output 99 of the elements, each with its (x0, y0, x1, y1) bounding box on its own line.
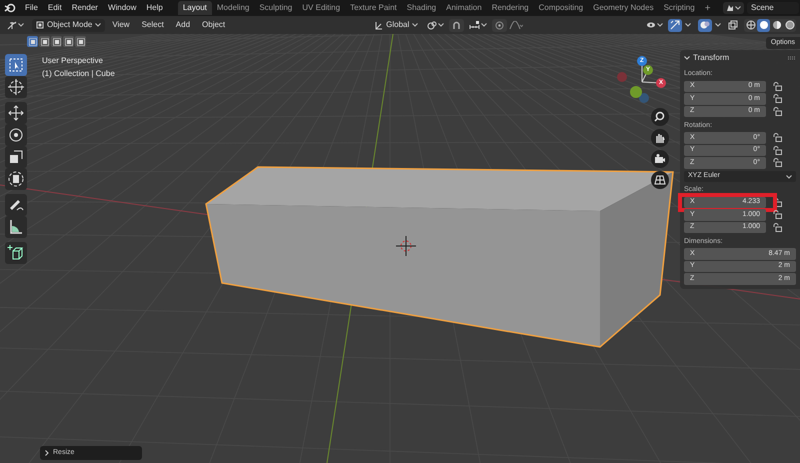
increment-icon (469, 20, 480, 30)
add-cube-icon (7, 244, 25, 262)
axis-gizmo-drawing (617, 56, 666, 103)
origin-cursor-icon (396, 236, 416, 256)
workspace-tab[interactable]: UV Editing (297, 1, 346, 15)
caret-icon (715, 23, 721, 27)
solid-shading-button[interactable] (757, 18, 770, 32)
lock-icon[interactable] (773, 133, 782, 142)
orientation-dropdown[interactable]: Global (370, 18, 422, 32)
hand-icon (654, 132, 666, 144)
proportional-icon (495, 20, 504, 30)
xray-toggle-icon[interactable] (728, 20, 738, 30)
falloff-curve-icon[interactable] (509, 20, 524, 30)
caret-icon (657, 23, 663, 27)
workspace-tab[interactable]: Modeling (212, 1, 254, 15)
snap-toggle[interactable] (449, 18, 464, 32)
camera-button[interactable] (651, 150, 669, 168)
expand-icon (45, 450, 49, 456)
selection-mode-button[interactable] (75, 36, 86, 47)
scene-field[interactable]: Scene (747, 2, 799, 14)
collapse-icon[interactable] (684, 56, 690, 60)
transform-icon (7, 170, 25, 188)
selection-mode-button[interactable] (27, 36, 38, 47)
rotate-icon (7, 126, 25, 144)
workspace-tab[interactable]: Layout (178, 1, 212, 15)
overlays-toggle[interactable] (698, 18, 712, 32)
object-icon (36, 21, 44, 29)
lock-icon[interactable] (773, 210, 782, 220)
caret-icon (786, 174, 792, 178)
menu-item[interactable]: File (20, 2, 43, 14)
menu-item[interactable]: Object (197, 19, 230, 31)
tool-button[interactable] (5, 168, 27, 190)
rendered-shading-button[interactable] (783, 18, 796, 32)
tool-button[interactable] (5, 242, 27, 264)
mode-dropdown[interactable]: Object Mode (32, 18, 106, 32)
app-logo-icon[interactable] (4, 3, 16, 13)
workspace-tab[interactable]: Shading (402, 1, 442, 15)
caret-icon (412, 23, 418, 27)
menu-item[interactable]: Help (141, 2, 168, 14)
lock-icon[interactable] (773, 106, 782, 116)
active-object-label: (1) Collection | Cube (42, 68, 115, 80)
workspace-tab[interactable]: Texture Paint (345, 1, 402, 15)
menu-item[interactable]: Select (136, 19, 169, 31)
hand-button[interactable] (651, 129, 669, 147)
workspace-tab[interactable]: Sculpting (254, 1, 298, 15)
move-icon (7, 104, 25, 122)
workspace-tab[interactable]: Scripting (658, 1, 700, 15)
lock-icon[interactable] (773, 158, 782, 168)
caret-icon (95, 23, 102, 27)
zoom-button[interactable] (651, 108, 669, 126)
workspace-tab[interactable]: Geometry Nodes (588, 1, 659, 15)
tool-button[interactable] (5, 54, 27, 76)
tool-button[interactable] (5, 194, 27, 216)
grid-icon (654, 174, 666, 186)
zoom-icon (654, 111, 666, 123)
workspace-tab[interactable]: Rendering (486, 1, 534, 15)
material-shading-button[interactable] (770, 18, 783, 32)
lock-icon[interactable] (773, 222, 782, 232)
menu-item[interactable]: Add (170, 19, 196, 31)
workspace-tab[interactable]: Compositing (534, 1, 588, 15)
proportional-edit-toggle[interactable] (492, 18, 508, 32)
arrows-icon (670, 20, 680, 30)
menu-item[interactable]: Render (66, 2, 103, 14)
add-workspace-button[interactable]: + (700, 0, 716, 16)
tool-button[interactable] (5, 216, 27, 238)
lock-icon[interactable] (773, 94, 782, 104)
menu-item[interactable]: Edit (42, 2, 67, 14)
camera-icon (654, 153, 666, 165)
wireframe-shading-button[interactable] (744, 18, 757, 32)
workspace-tab[interactable]: Animation (441, 1, 487, 15)
selection-mode-button[interactable] (39, 36, 50, 47)
magnet-icon (452, 20, 462, 30)
lock-icon[interactable] (773, 82, 782, 91)
caret-icon (18, 23, 24, 27)
menu-item[interactable]: Window (102, 2, 142, 14)
pivot-icon (427, 20, 438, 30)
select-box-icon (7, 56, 25, 74)
caret-icon (735, 6, 741, 10)
menu-item[interactable]: View (107, 19, 135, 31)
scene-icon (726, 4, 734, 12)
tool-button[interactable] (5, 102, 27, 124)
scale-icon (7, 148, 25, 166)
transform-axes-icon (374, 20, 384, 30)
panel-title: Transform (693, 52, 730, 64)
caret-icon (481, 23, 488, 27)
overlays-icon (700, 20, 710, 30)
caret-icon (685, 23, 691, 27)
caret-icon (438, 23, 444, 27)
cursor-icon (7, 78, 25, 96)
selection-mode-button[interactable] (63, 36, 74, 47)
tool-button[interactable] (5, 76, 27, 98)
gizmo-toggle[interactable] (668, 18, 682, 32)
eye-icon (646, 20, 656, 30)
view-name: User Perspective (42, 55, 104, 67)
drag-handle-icon[interactable] (788, 56, 796, 60)
axes-icon (7, 20, 17, 30)
scene-type-button[interactable] (723, 2, 744, 14)
lock-icon[interactable] (773, 146, 782, 155)
selection-mode-button[interactable] (51, 36, 62, 47)
